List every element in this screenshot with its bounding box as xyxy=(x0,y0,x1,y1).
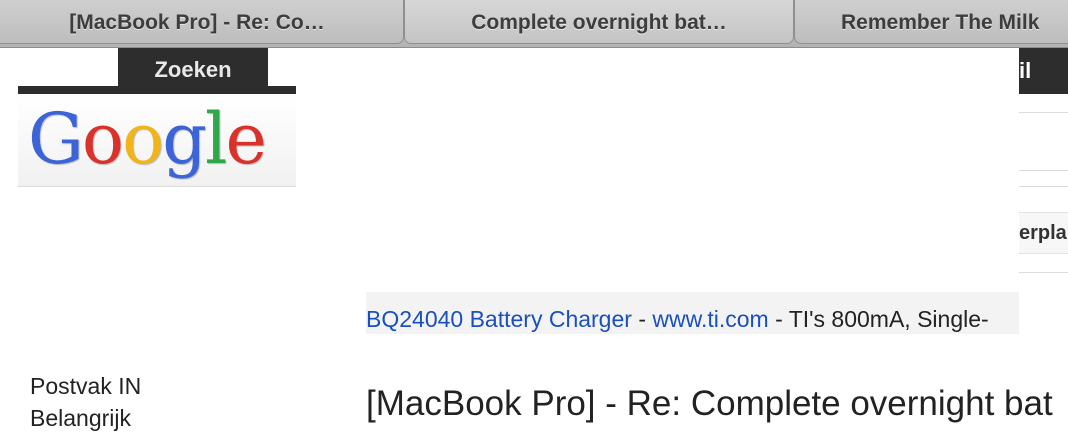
sidebar-item-important[interactable]: Belangrijk xyxy=(30,402,141,434)
ad-url-link[interactable]: www.ti.com xyxy=(652,306,768,332)
search-tab[interactable]: Zoeken xyxy=(118,48,268,88)
logo-area[interactable]: Google xyxy=(18,94,296,187)
sidebar-nav: Postvak IN Belangrijk xyxy=(30,370,141,434)
browser-tab-strip: [MacBook Pro] - Re: Co… Complete overnig… xyxy=(0,0,1068,48)
divider xyxy=(1019,272,1068,273)
logo-letter: o xyxy=(122,98,164,180)
header-bar xyxy=(18,86,296,94)
divider xyxy=(1019,112,1068,113)
ad-description: - TI's 800mA, Single- xyxy=(768,306,989,332)
message-subject: [MacBook Pro] - Re: Complete overnight b… xyxy=(366,384,1053,423)
sponsored-link-row: BQ24040 Battery Charger - www.ti.com - T… xyxy=(366,292,1019,334)
header-right-label[interactable]: il xyxy=(1019,48,1068,94)
logo-letter: G xyxy=(28,98,84,180)
sidebar-item-inbox[interactable]: Postvak IN xyxy=(30,370,141,402)
divider xyxy=(1019,186,1068,187)
tab-macbook-pro[interactable]: [MacBook Pro] - Re: Co… xyxy=(0,0,404,44)
logo-letter: e xyxy=(225,98,266,180)
logo-letter: g xyxy=(162,98,207,180)
logo-letter: l xyxy=(205,98,227,180)
tab-complete-overnight[interactable]: Complete overnight bat… xyxy=(404,0,794,44)
tab-remember-the-milk[interactable]: Remember The Milk xyxy=(794,0,1068,44)
google-logo: Google xyxy=(28,98,267,180)
right-panel-button[interactable]: erpla xyxy=(1019,212,1068,254)
logo-letter: o xyxy=(81,98,124,180)
ad-separator: - xyxy=(631,306,653,332)
divider xyxy=(1019,170,1068,171)
ad-title-link[interactable]: BQ24040 Battery Charger xyxy=(366,306,632,332)
